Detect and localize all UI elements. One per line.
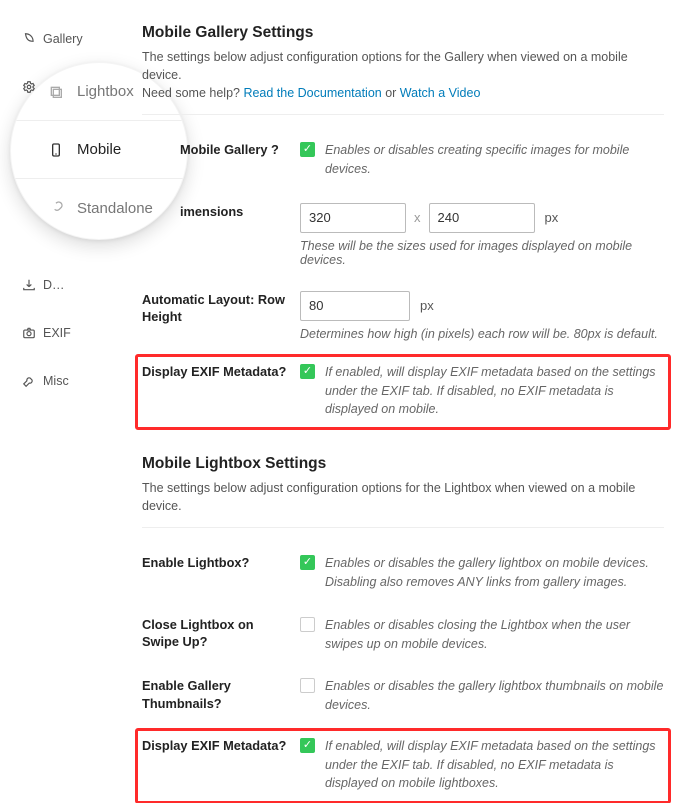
swipe-up-checkbox[interactable]	[300, 617, 315, 632]
main-content: Mobile Gallery Settings The settings bel…	[142, 24, 664, 803]
layers-icon	[47, 84, 65, 100]
camera-icon	[22, 326, 36, 340]
sidebar-item-label: D…	[43, 278, 65, 292]
field-label: imensions	[142, 203, 300, 267]
sidebar-item-label: Misc	[43, 374, 69, 388]
section-title-gallery: Mobile Gallery Settings	[142, 24, 664, 42]
section-title-lightbox: Mobile Lightbox Settings	[142, 455, 664, 473]
thumbnails-checkbox[interactable]	[300, 678, 315, 693]
exif-lightbox-checkbox[interactable]: ✓	[300, 738, 315, 753]
field-enable-lightbox: Enable Lightbox? ✓ Enables or disables t…	[142, 544, 664, 606]
mobile-gallery-help: Enables or disables creating specific im…	[325, 141, 664, 179]
swipe-up-help: Enables or disables closing the Lightbox…	[325, 616, 664, 654]
field-label: Display EXIF Metadata?	[142, 363, 300, 419]
sidebar-item-misc[interactable]: Misc	[18, 364, 128, 412]
section-desc-lightbox: The settings below adjust configuration …	[142, 479, 664, 515]
dimensions-help: These will be the sizes used for images …	[300, 239, 664, 267]
width-input[interactable]	[300, 203, 406, 233]
read-docs-link[interactable]: Read the Documentation	[243, 86, 381, 100]
divider	[142, 114, 664, 115]
enable-lightbox-checkbox[interactable]: ✓	[300, 555, 315, 570]
dimension-suffix: px	[545, 210, 559, 225]
dimension-separator: x	[414, 210, 421, 225]
field-label: Close Lightbox on Swipe Up?	[142, 616, 300, 654]
section-desc-text: The settings below adjust configuration …	[142, 50, 628, 82]
sidebar-item-exif[interactable]: EXIF	[18, 316, 128, 364]
field-thumbnails: Enable Gallery Thumbnails? Enables or di…	[142, 667, 664, 729]
field-exif-gallery: Display EXIF Metadata? ✓ If enabled, wil…	[136, 355, 670, 429]
download-icon	[22, 278, 36, 292]
field-label: Automatic Layout: Row Height	[142, 291, 300, 341]
mobile-icon	[47, 142, 65, 158]
enable-lightbox-help: Enables or disables the gallery lightbox…	[325, 554, 664, 592]
sidebar-item-label: EXIF	[43, 326, 71, 340]
thumbnails-help: Enables or disables the gallery lightbox…	[325, 677, 664, 715]
wrench-icon	[22, 374, 36, 388]
exif-gallery-checkbox[interactable]: ✓	[300, 364, 315, 379]
section-desc-gallery: The settings below adjust configuration …	[142, 48, 664, 102]
field-dimensions: imensions x px These will be the sizes u…	[142, 193, 664, 281]
field-label: Enable Lightbox?	[142, 554, 300, 592]
field-label: Mobile Gallery ?	[142, 141, 300, 179]
field-swipe-up: Close Lightbox on Swipe Up? Enables or d…	[142, 606, 664, 668]
link-icon	[47, 200, 65, 216]
field-label: Enable Gallery Thumbnails?	[142, 677, 300, 715]
field-mobile-gallery: Mobile Gallery ? ✓ Enables or disables c…	[142, 131, 664, 193]
rowheight-help: Determines how high (in pixels) each row…	[300, 327, 664, 341]
sidebar-item-d[interactable]: D…	[18, 268, 128, 316]
exif-lightbox-help: If enabled, will display EXIF metadata b…	[325, 737, 664, 793]
height-input[interactable]	[429, 203, 535, 233]
watch-video-link[interactable]: Watch a Video	[400, 86, 481, 100]
help-prefix: Need some help?	[142, 86, 243, 100]
leaf-icon	[22, 32, 36, 46]
mobile-gallery-checkbox[interactable]: ✓	[300, 142, 315, 157]
field-rowheight: Automatic Layout: Row Height px Determin…	[142, 281, 664, 355]
field-label: Display EXIF Metadata?	[142, 737, 300, 793]
rowheight-suffix: px	[420, 298, 434, 313]
help-or: or	[382, 86, 400, 100]
field-exif-lightbox: Display EXIF Metadata? ✓ If enabled, wil…	[136, 729, 670, 803]
rowheight-input[interactable]	[300, 291, 410, 321]
exif-gallery-help: If enabled, will display EXIF metadata b…	[325, 363, 664, 419]
magnifier-label: Lightbox	[77, 83, 134, 100]
sidebar-item-label: Gallery	[43, 32, 83, 46]
divider	[142, 527, 664, 528]
magnifier-label: Mobile	[77, 141, 121, 158]
